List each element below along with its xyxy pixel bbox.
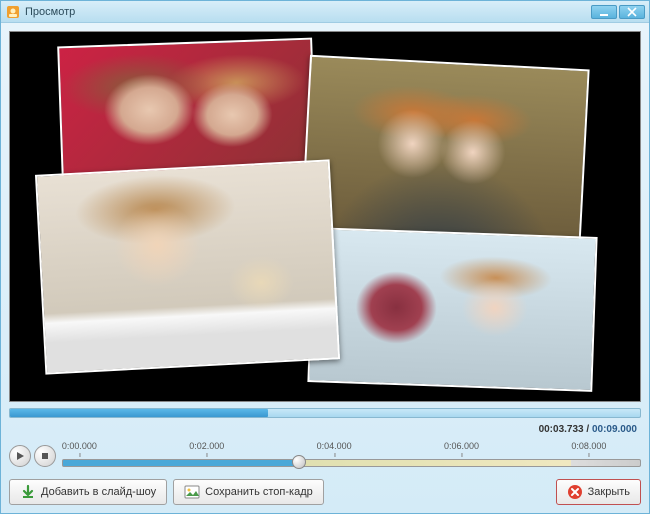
button-label: Сохранить стоп-кадр: [205, 486, 313, 498]
timeline-tick: 0:06.000: [444, 441, 479, 451]
collage-photo: [35, 159, 340, 374]
playback-controls: [9, 445, 56, 467]
collage-photo: [300, 55, 589, 254]
preview-viewport: [9, 31, 641, 402]
play-button[interactable]: [9, 445, 31, 467]
app-icon: [5, 4, 21, 20]
timeline-tick: 0:04.000: [317, 441, 352, 451]
timeline[interactable]: 0:00.000 0:02.000 0:04.000 0:06.000 0:08…: [62, 441, 641, 471]
button-label: Закрыть: [588, 486, 630, 498]
button-label: Добавить в слайд-шоу: [41, 486, 156, 498]
add-to-slideshow-button[interactable]: Добавить в слайд-шоу: [9, 479, 167, 505]
timeline-tick: 0:02.000: [189, 441, 224, 451]
time-separator: /: [584, 424, 592, 435]
window-controls: [591, 5, 645, 19]
save-frame-button[interactable]: Сохранить стоп-кадр: [173, 479, 324, 505]
timeline-row: 0:00.000 0:02.000 0:04.000 0:06.000 0:08…: [9, 441, 641, 471]
arrow-down-icon: [20, 484, 36, 500]
window-title: Просмотр: [25, 6, 591, 18]
spacer: [330, 479, 550, 505]
footer-buttons: Добавить в слайд-шоу Сохранить стоп-кадр…: [9, 477, 641, 505]
timeline-tick: 0:08.000: [571, 441, 606, 451]
collage-photo: [307, 227, 597, 392]
time-display: 00:03.733 / 00:09.000: [9, 424, 641, 435]
cancel-icon: [567, 484, 583, 500]
current-time: 00:03.733: [539, 424, 584, 435]
photo-collage: [10, 32, 640, 401]
close-window-button[interactable]: [619, 5, 645, 19]
timeline-track[interactable]: [62, 459, 641, 467]
total-time: 00:09.000: [592, 424, 637, 435]
progress-fill: [10, 409, 268, 417]
timeline-ticks: 0:00.000 0:02.000 0:04.000 0:06.000 0:08…: [62, 441, 641, 455]
preview-window: Просмотр 00:03.733 / 00:09.000: [0, 0, 650, 514]
content-area: 00:03.733 / 00:09.000 0:00.000 0:02.000 …: [1, 23, 649, 513]
minimize-button[interactable]: [591, 5, 617, 19]
progress-bar[interactable]: [9, 408, 641, 418]
timeline-thumb[interactable]: [292, 455, 306, 469]
timeline-tick: 0:00.000: [62, 441, 97, 451]
close-button[interactable]: Закрыть: [556, 479, 641, 505]
stop-button[interactable]: [34, 445, 56, 467]
picture-icon: [184, 484, 200, 500]
titlebar: Просмотр: [1, 1, 649, 23]
